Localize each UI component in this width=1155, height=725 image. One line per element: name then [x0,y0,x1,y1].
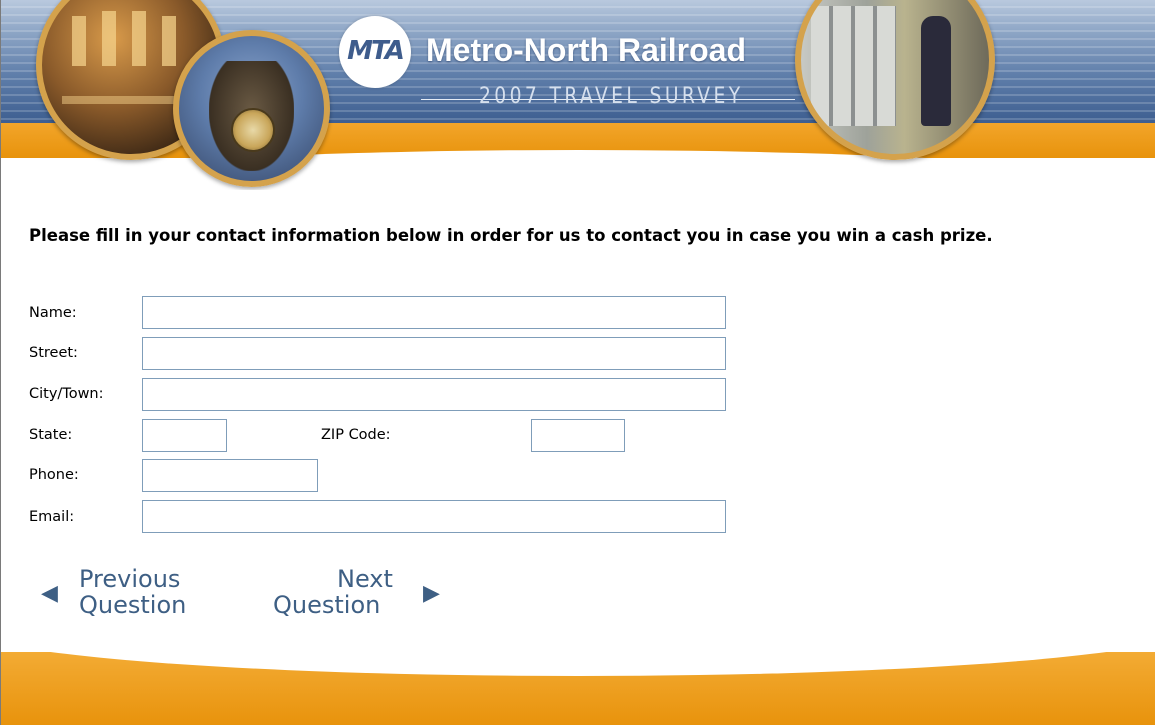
next-line2: Question [273,591,381,619]
mta-logo-text: MTA [347,36,405,66]
header-banner: MTA Metro-North Railroad 2007 TRAVEL SUR… [1,0,1155,190]
email-input[interactable] [142,500,726,533]
phone-label: Phone: [29,467,79,483]
city-input[interactable] [142,378,726,411]
banner-title: Metro-North Railroad [426,32,746,68]
state-input[interactable] [142,419,227,452]
grand-central-clock-statue-photo [173,30,330,187]
mta-logo: MTA [339,16,411,88]
chevron-left-icon: ◀ [41,581,58,606]
street-label: Street: [29,345,78,361]
clock-icon [231,108,275,152]
name-input[interactable] [142,296,726,329]
intro-instructions: Please fill in your contact information … [29,226,993,245]
chevron-right-icon: ▶ [423,581,440,606]
zip-label: ZIP Code: [321,427,391,443]
previous-line2: Question [79,591,187,619]
next-line1: Next [337,565,393,593]
name-label: Name: [29,305,77,321]
page-frame: MTA Metro-North Railroad 2007 TRAVEL SUR… [0,0,1155,725]
banner-subtitle: 2007 TRAVEL SURVEY [479,84,744,109]
state-label: State: [29,427,73,443]
previous-line1: Previous [79,565,181,593]
street-input[interactable] [142,337,726,370]
next-question-button[interactable]: Question Next ▶ [273,563,453,619]
zip-input[interactable] [531,419,625,452]
phone-input[interactable] [142,459,318,492]
previous-question-button[interactable]: ◀ Previous Question [41,566,221,622]
email-label: Email: [29,509,75,525]
city-label: City/Town: [29,386,104,402]
